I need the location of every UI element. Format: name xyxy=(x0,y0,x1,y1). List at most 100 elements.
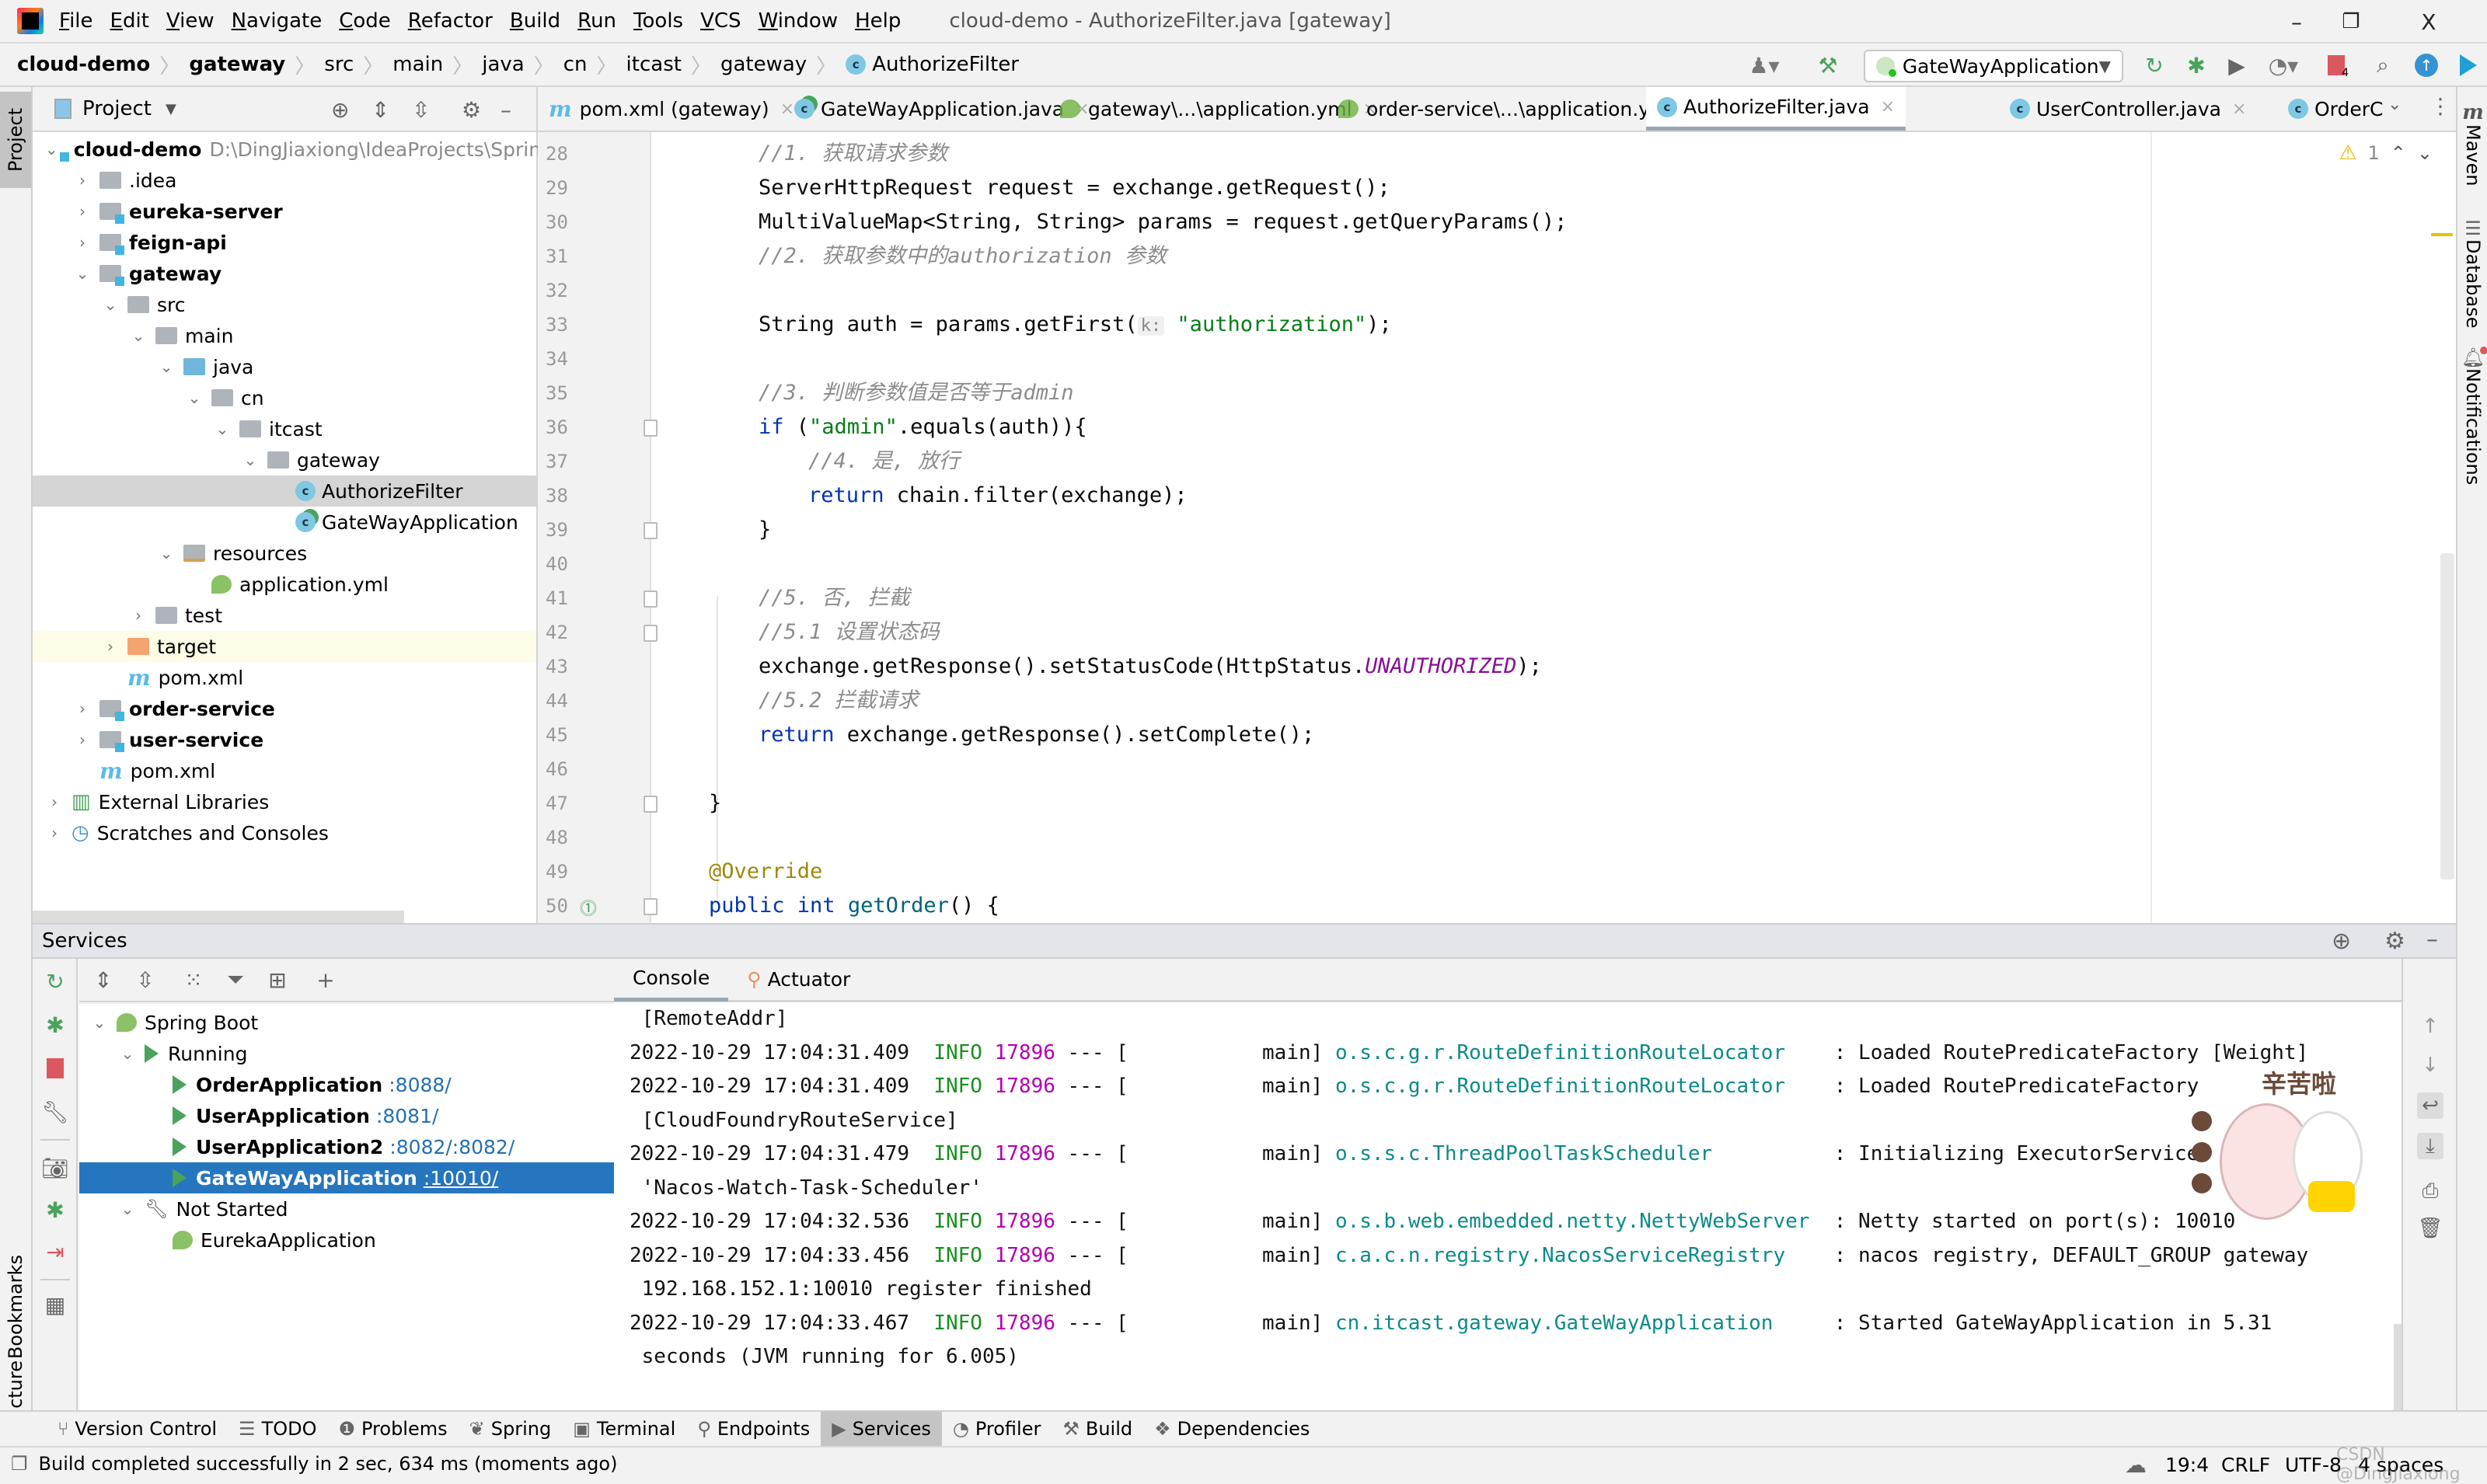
project-tree-item[interactable]: c GateWayApplication xyxy=(33,507,536,538)
hide-panel-icon[interactable]: – xyxy=(501,97,511,123)
breadcrumb-item[interactable]: itcast xyxy=(626,53,682,76)
project-tree-item[interactable]: ⌄ gateway xyxy=(33,258,536,289)
service-item[interactable]: GateWayApplication:10010/ xyxy=(79,1162,644,1193)
file-encoding[interactable]: UTF-8 xyxy=(2285,1447,2342,1482)
log-logger[interactable]: o.s.c.g.r.RouteDefinitionRouteLocator xyxy=(1335,1075,1822,1098)
service-item[interactable]: ⌄ Running xyxy=(79,1038,644,1069)
log-logger[interactable]: cn.itcast.gateway.GateWayApplication xyxy=(1335,1312,1822,1335)
tool-window-build[interactable]: ⚒ Build xyxy=(1052,1412,1143,1446)
inspection-widget[interactable]: ⚠ 1 ⌃ ⌄ xyxy=(2339,141,2433,165)
collapse-all-icon[interactable]: ⇳ xyxy=(412,97,430,123)
editor-tab[interactable]: c UserController.java × xyxy=(1999,87,2257,131)
previous-highlight-icon[interactable]: ⌃ xyxy=(2391,142,2406,164)
indent-setting[interactable]: 4 spaces xyxy=(2358,1447,2443,1482)
fold-marker-icon[interactable] xyxy=(644,420,658,437)
chevron-down-icon[interactable]: ⌄ xyxy=(118,1200,137,1218)
debug-icon[interactable]: ✱ xyxy=(42,1012,68,1038)
chevron-right-icon[interactable]: › xyxy=(73,202,92,221)
more-tabs-icon[interactable]: ⋮ xyxy=(2429,93,2451,119)
camera-icon[interactable]: 📷︎ xyxy=(41,1155,69,1181)
close-tab-icon[interactable]: × xyxy=(1881,97,1895,117)
project-tree-item[interactable]: ⌄ cloud-demo D:\DingJiaxiong\IdeaProjects\… xyxy=(33,134,541,165)
log-logger[interactable]: o.s.c.g.r.RouteDefinitionRouteLocator xyxy=(1335,1041,1822,1064)
maven-tool-tab[interactable]: m Maven xyxy=(2457,101,2487,186)
fold-marker-icon[interactable] xyxy=(644,522,658,539)
project-tree-item[interactable]: › order-service xyxy=(33,693,536,724)
project-tree-item[interactable]: › test xyxy=(33,600,536,631)
chevron-down-icon[interactable]: ⌄ xyxy=(157,357,176,376)
project-tree-item[interactable]: ⌄ gateway xyxy=(33,444,536,476)
debug-icon[interactable]: ✱ xyxy=(2184,53,2209,78)
menu-code[interactable]: Code xyxy=(339,9,391,33)
chevron-right-icon[interactable]: › xyxy=(129,606,148,625)
toggle-tool-windows-icon[interactable]: ❐ xyxy=(11,1453,28,1475)
fold-marker-icon[interactable] xyxy=(644,796,658,813)
trash-icon[interactable]: 🗑︎ xyxy=(2417,1215,2443,1242)
line-separator[interactable]: CRLF xyxy=(2221,1447,2270,1482)
chevron-right-icon[interactable]: › xyxy=(73,730,92,749)
run-with-coverage-icon[interactable]: ▶ xyxy=(2224,53,2249,78)
project-tree-item[interactable]: › feign-api xyxy=(33,227,536,258)
code-area[interactable]: //1. 获取请求参数 ServerHttpRequest request = e… xyxy=(709,132,2341,923)
implements-gutter-icon[interactable]: ⓵ xyxy=(580,895,597,920)
add-service-icon[interactable]: + xyxy=(312,967,339,993)
run-configuration-select[interactable]: GateWayApplication ▼ xyxy=(1864,50,2123,82)
project-tree-item[interactable]: › ◷ Scratches and Consoles xyxy=(33,817,536,848)
chevron-right-icon[interactable]: › xyxy=(73,171,92,190)
wrench-icon[interactable]: 🔧︎ xyxy=(41,1099,69,1125)
up-arrow-icon[interactable]: ↑ xyxy=(2417,1013,2443,1040)
menu-edit[interactable]: Edit xyxy=(110,9,149,33)
project-tree-item[interactable]: › target xyxy=(33,631,536,662)
breadcrumb-item[interactable]: gateway xyxy=(189,53,285,76)
menu-run[interactable]: Run xyxy=(577,9,616,33)
new-tab-icon[interactable]: ⊞ xyxy=(264,967,291,993)
chevron-right-icon[interactable]: › xyxy=(73,699,92,718)
project-tree-item[interactable]: ⌄ src xyxy=(33,289,536,320)
rerun-icon[interactable]: ↻ xyxy=(2142,53,2167,78)
group-by-icon[interactable]: ⁙ xyxy=(180,967,207,993)
service-port-link[interactable]: :8082/:8082/ xyxy=(389,1136,514,1158)
down-arrow-icon[interactable]: ↓ xyxy=(2417,1052,2443,1078)
editor-tab[interactable]: m pom.xml (gateway) × xyxy=(538,87,805,131)
service-item[interactable]: OrderApplication:8088/ xyxy=(79,1069,644,1100)
chevron-right-icon[interactable]: › xyxy=(73,233,92,252)
scroll-to-end-icon[interactable]: ⤓ xyxy=(2417,1133,2443,1159)
project-tree-item[interactable]: ⌄ java xyxy=(33,351,536,382)
menu-view[interactable]: View xyxy=(166,9,215,33)
stop-icon[interactable] xyxy=(42,1055,68,1082)
notifications-tool-tab[interactable]: 🔔︎ Notifications xyxy=(2457,347,2487,485)
breadcrumb-item[interactable]: java xyxy=(482,53,524,76)
warning-stripe-marker[interactable] xyxy=(2431,233,2453,236)
restore-button[interactable]: ❐ xyxy=(2324,0,2378,44)
console-scrollbar[interactable] xyxy=(2394,1324,2402,1410)
fold-marker-icon[interactable] xyxy=(644,625,658,642)
menu-refactor[interactable]: Refactor xyxy=(408,9,493,33)
menu-help[interactable]: Help xyxy=(855,9,901,33)
project-tree-item[interactable]: › .idea xyxy=(33,165,536,196)
console-output[interactable]: [RemoteAddr] 2022-10-29 17:04:31.409 INFO… xyxy=(630,1002,2339,1374)
project-tree-item[interactable]: m pom.xml xyxy=(33,662,536,693)
project-view-selector[interactable]: Project xyxy=(82,97,152,120)
project-tree-item[interactable]: › eureka-server xyxy=(33,196,536,227)
minimize-button[interactable]: – xyxy=(2269,0,2324,44)
chevron-right-icon[interactable]: › xyxy=(45,793,64,811)
gear-icon[interactable]: ⚙ xyxy=(462,97,481,123)
breadcrumb-item[interactable]: c AuthorizeFilter xyxy=(846,53,1019,76)
layout-icon[interactable]: ▦ xyxy=(42,1291,68,1318)
rerun-icon[interactable]: ↻ xyxy=(42,968,68,995)
fold-marker-icon[interactable] xyxy=(644,590,658,608)
next-highlight-icon[interactable]: ⌄ xyxy=(2417,142,2433,164)
editor-scrollbar[interactable] xyxy=(2440,553,2454,880)
breadcrumb-item[interactable]: cn xyxy=(563,53,588,76)
attach-debugger-icon[interactable]: ✱ xyxy=(42,1197,68,1223)
close-window-button[interactable]: X xyxy=(2402,0,2456,44)
chevron-down-icon[interactable]: ⌄ xyxy=(45,140,58,159)
database-tool-tab[interactable]: ☰ Database xyxy=(2457,218,2487,329)
tool-window-terminal[interactable]: ▣ Terminal xyxy=(562,1412,686,1446)
tool-window-todo[interactable]: ☰ TODO xyxy=(228,1412,327,1446)
tool-window-dependencies[interactable]: ❖ Dependencies xyxy=(1143,1412,1320,1446)
tab-actuator[interactable]: ⚲ Actuator xyxy=(728,958,869,1002)
project-tree-item[interactable]: ⌄ cn xyxy=(33,382,536,413)
ai-assistant-icon[interactable]: ☁ xyxy=(2125,1447,2147,1482)
intellij-logo-icon[interactable] xyxy=(17,8,44,34)
